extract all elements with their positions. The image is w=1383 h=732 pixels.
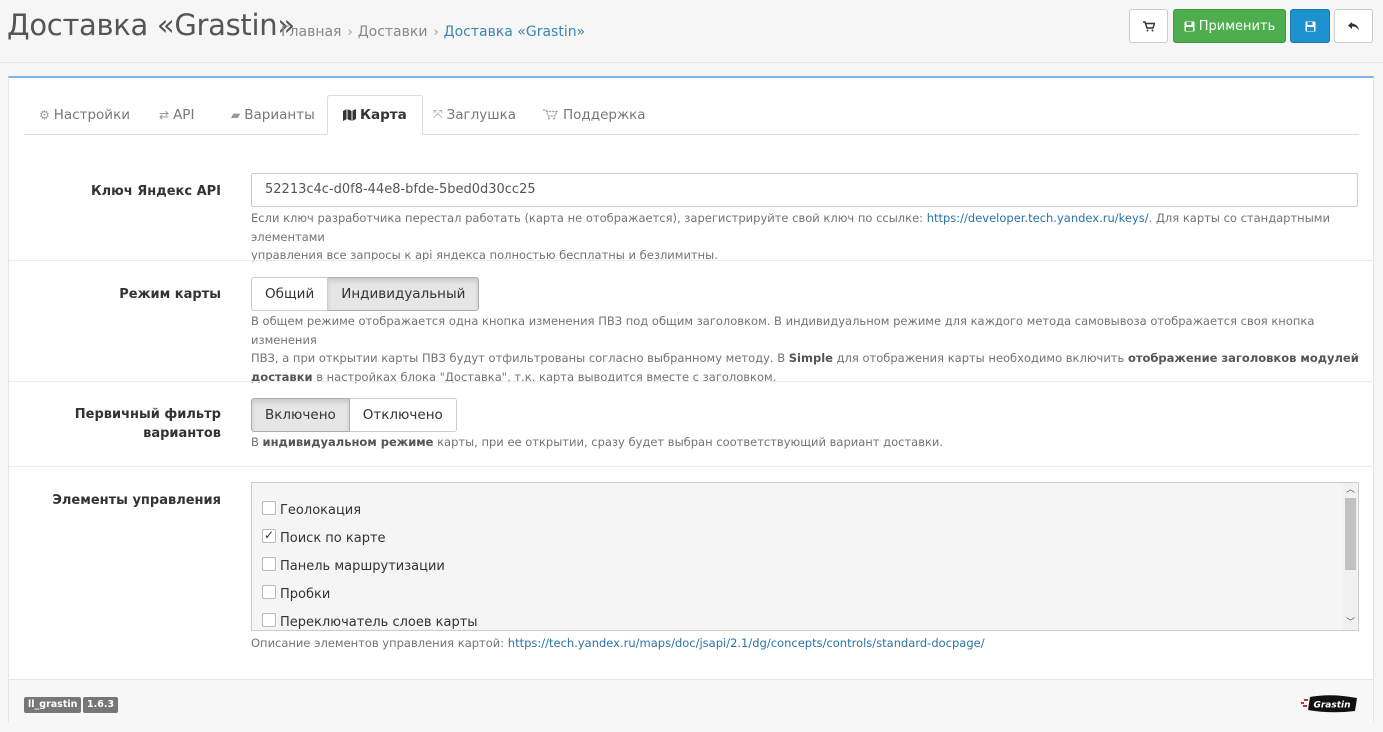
breadcrumb-separator: › [433,24,439,40]
grastin-logo: Grastin [1301,695,1357,713]
help-bold: Simple [788,351,833,365]
save-icon [1305,21,1315,31]
breadcrumb-current[interactable]: Доставка «Grastin» [444,24,586,40]
chevron-up-icon[interactable]: ︿ [1343,483,1358,497]
option-label: Поиск по карте [280,531,386,546]
controls-row: Элементы управления Геолокация ✓ Поиск по… [9,466,1373,680]
cart-icon [543,109,558,120]
listbox-scrollbar[interactable]: ︿ ﹀ [1343,483,1358,630]
map-mode-toggle: Общий Индивидуальный [251,277,480,311]
primary-filter-toggle: Включено Отключено [251,398,457,432]
cart-icon [1142,20,1155,31]
tab-variants[interactable]: ▰ Варианты [216,95,330,134]
cogs-icon: ⚙ [39,107,50,122]
yandex-keys-link[interactable]: https://developer.tech.yandex.ru/keys/ [927,211,1149,225]
back-button[interactable] [1334,9,1373,43]
controls-option-layers[interactable]: Переключатель слоев карты [262,612,478,630]
controls-option-routing[interactable]: Панель маршрутизации [262,556,445,574]
help-text: для отображения карты необходимо включит… [832,351,1128,365]
truck-icon: ▰ [231,107,241,122]
breadcrumb-deliveries[interactable]: Доставки [358,24,428,40]
version-badge: 1.6.3 [83,697,119,713]
filter-off-button[interactable]: Отключено [349,398,457,432]
controls-option-traffic[interactable]: Пробки [262,584,331,602]
controls-multiselect[interactable]: Геолокация ✓ Поиск по карте Панель маршру… [251,482,1359,631]
tab-stub[interactable]: ⤧ Заглушка [418,95,531,134]
breadcrumb: Главная › Доставки › Доставка «Grastin» [281,24,585,40]
help-text: ПВЗ, а при открытии карты ПВЗ будут отфи… [251,351,789,365]
primary-filter-row: Первичный фильтр вариантов Включено Откл… [9,381,1373,467]
breadcrumb-home[interactable]: Главная [281,24,341,40]
arrows-icon: ⤧ [433,107,443,121]
apply-button[interactable]: Применить [1173,9,1286,43]
breadcrumb-separator: › [347,24,353,40]
checkbox[interactable] [262,612,276,627]
map-mode-label: Режим карты [119,287,221,302]
tab-label: Поддержка [563,106,646,123]
page-header: Доставка «Grastin» Главная › Доставки › … [0,0,1383,63]
help-bold: индивидуальном режиме [262,435,434,449]
tab-bar: ⚙ Настройки ⇄ API ▰ Варианты Карта ⤧ Заглушк… [24,95,1359,135]
yandex-controls-doc-link[interactable]: https://tech.yandex.ru/maps/doc/jsapi/2.… [508,636,985,650]
exchange-icon: ⇄ [159,107,170,122]
save-icon [1184,21,1195,31]
chevron-down-icon[interactable]: ﹀ [1343,616,1358,630]
api-key-row: Ключ Яндекс API 52213c4c-d0f8-44e8-bfde-… [9,158,1373,262]
primary-filter-label: Первичный фильтр вариантов [9,405,221,443]
tab-api[interactable]: ⇄ API [144,95,209,134]
reply-icon [1348,21,1359,30]
api-key-label: Ключ Яндекс API [90,184,221,199]
svg-text:Grastin: Grastin [1313,701,1350,711]
settings-panel: ⚙ Настройки ⇄ API ▰ Варианты Карта ⤧ Заглушк… [8,76,1374,723]
map-mode-row: Режим карты Общий Индивидуальный В общем… [9,260,1373,384]
filter-on-button[interactable]: Включено [251,398,350,432]
controls-option-search[interactable]: ✓ Поиск по карте [262,528,386,546]
api-key-help: Если ключ разработчика перестал работать… [251,209,1361,265]
help-text: В общем режиме отображается одна кнопка … [251,314,1315,347]
tab-label: Настройки [53,106,131,123]
panel-footer: ll_grastin 1.6.3 Grastin [9,679,1373,723]
option-label: Панель маршрутизации [280,559,445,574]
primary-filter-help: В индивидуальном режиме карты, при ее от… [251,433,1361,452]
help-bold: отображение заголовков модулей [1127,351,1359,365]
scrollbar-thumb[interactable] [1345,498,1356,570]
api-key-input[interactable]: 52213c4c-d0f8-44e8-bfde-5bed0d30cc25 [251,173,1358,207]
controls-help: Описание элементов управления картой: ht… [251,634,1361,653]
checkbox[interactable] [262,556,276,571]
help-text: В [251,435,263,449]
help-text: Описание элементов управления картой: [251,636,508,650]
help-text: карты, при ее открытии, сразу будет выбр… [433,435,944,449]
page-title: Доставка «Grastin» [7,8,295,42]
cart-button[interactable] [1129,9,1168,43]
map-mode-common-button[interactable]: Общий [251,277,329,311]
option-label: Переключатель слоев карты [280,615,478,630]
label-line: Первичный фильтр [74,407,221,422]
tab-label: Варианты [244,106,315,123]
tab-support[interactable]: Поддержка [528,95,661,134]
checkbox[interactable] [262,584,276,599]
help-text: Если ключ разработчика перестал работать… [251,211,927,225]
tab-label: Карта [360,107,407,123]
checkbox[interactable] [262,500,276,515]
map-mode-individual-button[interactable]: Индивидуальный [328,277,480,311]
map-icon [343,109,356,121]
label-line: вариантов [143,426,221,441]
module-name-badge: ll_grastin [24,697,82,713]
save-button[interactable] [1290,9,1330,43]
map-mode-help: В общем режиме отображается одна кнопка … [251,312,1361,386]
checkbox-checked[interactable]: ✓ [262,528,276,543]
apply-label: Применить [1198,18,1276,34]
tab-label: Заглушка [446,106,517,123]
tab-label: API [173,106,195,123]
controls-label: Элементы управления [52,493,221,508]
tab-settings[interactable]: ⚙ Настройки [24,95,145,134]
controls-option-geolocation[interactable]: Геолокация [262,500,362,518]
option-label: Пробки [280,587,331,602]
tab-map[interactable]: Карта [327,95,423,135]
option-label: Геолокация [280,503,362,518]
